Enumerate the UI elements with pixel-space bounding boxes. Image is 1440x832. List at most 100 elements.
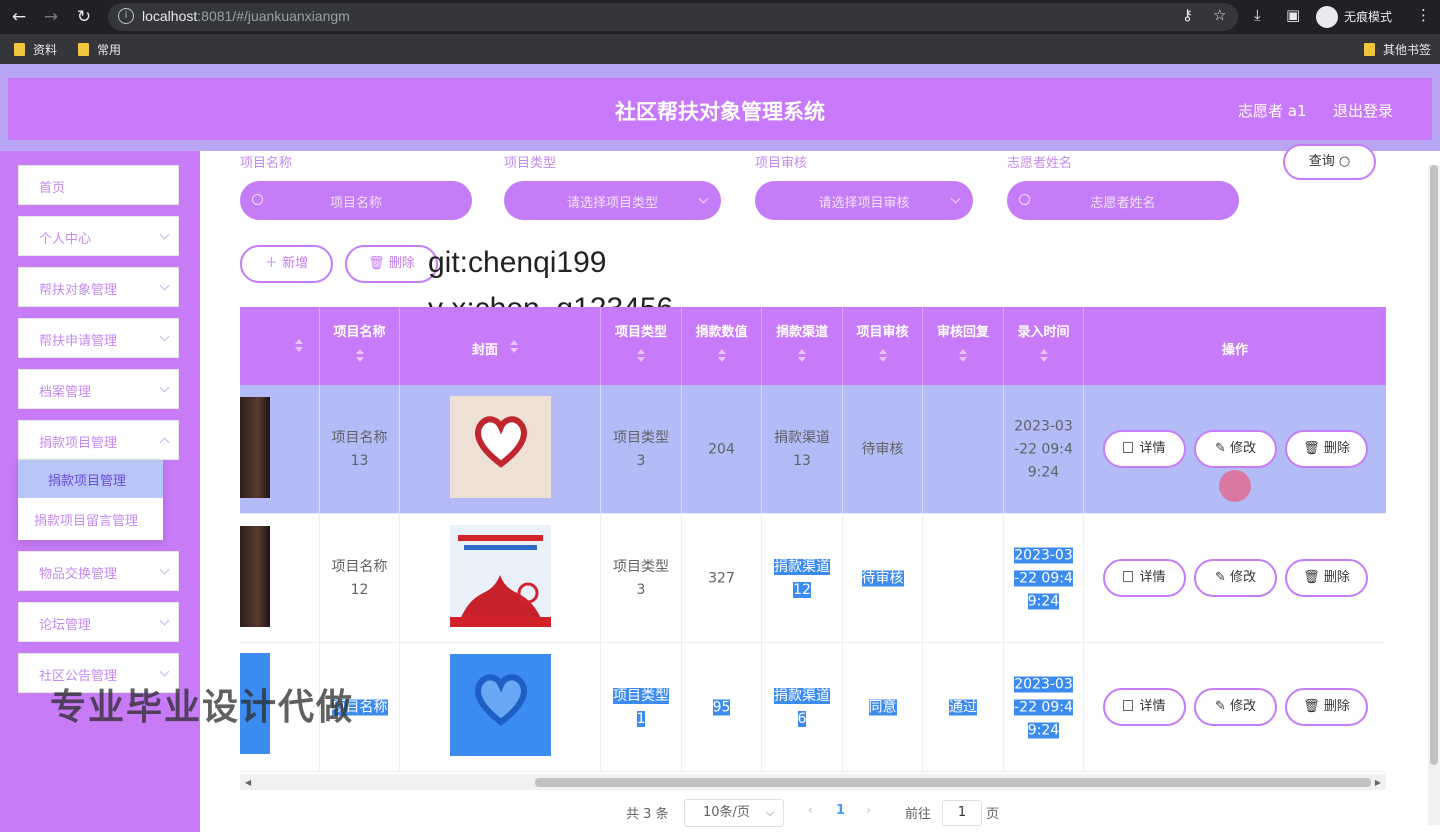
column-header-channel[interactable]: 捐款渠道: [762, 307, 843, 385]
cover-image: [450, 654, 551, 756]
key-icon[interactable]: ⚷: [1182, 6, 1193, 24]
folder-icon: [78, 43, 89, 56]
filter-type-label: 项目类型: [504, 156, 557, 171]
column-header-reply[interactable]: 审核回复: [923, 307, 1004, 385]
bookmark-folder-other[interactable]: 其他书签: [1364, 41, 1431, 58]
column-header-cover[interactable]: 封面: [400, 307, 601, 385]
goto-prefix: 前往: [905, 807, 932, 822]
actions-cell: 详情 ✎ 修改 🗑 删除: [1084, 643, 1386, 772]
heart-icon: [475, 416, 527, 468]
scroll-left-arrow-icon[interactable]: ◀: [245, 778, 251, 787]
page-number-current[interactable]: 1: [836, 803, 845, 818]
sidebar-item-goods-exchange[interactable]: 物品交换管理: [18, 551, 179, 591]
table-row[interactable]: 项目名称13 项目类型3 204 捐款渠道13 待审核 2023-03-22 0…: [240, 385, 1386, 514]
column-header-audit[interactable]: 项目审核: [843, 307, 923, 385]
delete-button[interactable]: 🗑 删除: [1285, 688, 1368, 726]
incognito-icon[interactable]: [1316, 6, 1338, 28]
batch-delete-button[interactable]: 🗑 删除: [345, 245, 438, 283]
table-horizontal-scrollbar[interactable]: ◀ ▶: [240, 774, 1386, 790]
cell-amount: 327: [708, 570, 735, 586]
cell-audit: 待审核: [861, 570, 904, 586]
app: 社区帮扶对象管理系统 志愿者 a1 退出登录 首页 个人中心 帮扶对象管理 帮扶…: [0, 64, 1440, 832]
filter-type-select[interactable]: 请选择项目类型: [504, 181, 721, 220]
detail-button[interactable]: 详情: [1103, 688, 1186, 726]
filter-volunteer-input[interactable]: 志愿者姓名: [1007, 181, 1239, 220]
chevron-down-icon: [159, 331, 170, 342]
main-content: 项目名称 项目名称 项目类型 请选择项目类型 项目审核 请选择项目审核 志愿者姓…: [200, 144, 1440, 832]
edit-button[interactable]: ✎ 修改: [1194, 430, 1277, 468]
sidepanel-icon[interactable]: ▣: [1286, 6, 1300, 24]
folder-icon: [14, 43, 25, 56]
bookmark-folder-changyong[interactable]: 常用: [78, 41, 121, 58]
column-header-type[interactable]: 项目类型: [601, 307, 682, 385]
mouse-cursor-highlight: [1219, 470, 1251, 502]
trash-icon: 🗑: [1303, 570, 1324, 585]
bookmark-folder-ziliao[interactable]: 资料: [14, 41, 57, 58]
app-header: 社区帮扶对象管理系统 志愿者 a1 退出登录: [8, 78, 1432, 140]
submenu-item-projects[interactable]: 捐款项目管理: [18, 460, 163, 498]
next-page-icon[interactable]: ›: [866, 803, 871, 818]
sidebar-item-profile[interactable]: 个人中心: [18, 216, 179, 256]
prev-page-icon[interactable]: ‹: [808, 803, 813, 818]
sidebar-item-beneficiaries[interactable]: 帮扶对象管理: [18, 267, 179, 307]
pencil-icon: ✎: [1214, 699, 1230, 714]
cell-name: 项目名称12: [331, 558, 388, 598]
cover-cell: [400, 385, 601, 514]
column-header-amount[interactable]: 捐款数值: [682, 307, 762, 385]
pencil-icon: ✎: [1214, 570, 1230, 585]
table-row[interactable]: 项目名称12 项目类型3 327 捐款渠道12 待审核 2023-03-22 0…: [240, 514, 1386, 643]
chevron-up-icon: [159, 437, 170, 448]
scrollbar-thumb[interactable]: [535, 778, 1371, 787]
actions-cell: 详情 ✎ 修改 🗑 删除: [1084, 514, 1386, 643]
download-icon[interactable]: ⤓: [1254, 6, 1261, 24]
detail-button[interactable]: 详情: [1103, 430, 1186, 468]
sidebar-item-home[interactable]: 首页: [18, 165, 179, 205]
delete-button[interactable]: 🗑 删除: [1285, 430, 1368, 468]
browser-toolbar: ← → ↻ i localhost:8081/#/juankuanxiangm …: [0, 0, 1440, 34]
menu-kebab-icon[interactable]: ⋮: [1416, 6, 1431, 24]
scrollbar-thumb[interactable]: [1430, 165, 1438, 765]
query-button[interactable]: 查询 ○: [1283, 144, 1376, 180]
edit-button[interactable]: ✎ 修改: [1194, 688, 1277, 726]
cell-type: 项目类型3: [613, 429, 669, 469]
cover-image: [450, 396, 551, 498]
goto-page-input[interactable]: 1: [942, 800, 982, 826]
address-bar[interactable]: i localhost:8081/#/juankuanxiangm: [108, 3, 1238, 31]
page-vertical-scrollbar[interactable]: [1428, 165, 1440, 825]
current-user: 志愿者 a1: [1238, 102, 1307, 120]
chevron-down-icon: [159, 382, 170, 393]
chevron-down-icon: [159, 666, 170, 677]
filter-audit-select[interactable]: 请选择项目审核: [755, 181, 973, 220]
reload-icon[interactable]: ↻: [73, 6, 95, 28]
logout-link[interactable]: 退出登录: [1333, 100, 1393, 121]
column-header-time[interactable]: 录入时间: [1004, 307, 1084, 385]
sidebar-item-donation-projects[interactable]: 捐款项目管理: [18, 420, 179, 460]
goto-suffix: 页: [986, 807, 1000, 822]
table-row[interactable]: 项目名称 项目类型1 95 捐款渠道6 同意 通过 2023-03-22 09:…: [240, 643, 1386, 772]
poster-illustration: [450, 525, 551, 627]
scroll-right-arrow-icon[interactable]: ▶: [1375, 778, 1381, 787]
back-arrow-icon[interactable]: ←: [8, 6, 30, 28]
filter-name-input[interactable]: 项目名称: [240, 181, 472, 220]
detail-button[interactable]: 详情: [1103, 559, 1186, 597]
page-size-select[interactable]: 10条/页: [684, 799, 784, 827]
column-header-photo[interactable]: [240, 307, 320, 385]
photo-cell: [240, 385, 320, 514]
document-icon: [1123, 571, 1134, 582]
document-icon: [1123, 442, 1134, 453]
cell-time: 2023-03-22 09:49:24: [1014, 418, 1073, 480]
sidebar-item-applications[interactable]: 帮扶申请管理: [18, 318, 179, 358]
edit-button[interactable]: ✎ 修改: [1194, 559, 1277, 597]
cell-audit: 同意: [868, 699, 897, 715]
add-button[interactable]: ＋ 新增: [240, 245, 333, 283]
site-info-icon[interactable]: i: [118, 8, 134, 24]
delete-button[interactable]: 🗑 删除: [1285, 559, 1368, 597]
chevron-down-icon: [159, 615, 170, 626]
sidebar-item-archives[interactable]: 档案管理: [18, 369, 179, 409]
sidebar-item-forum[interactable]: 论坛管理: [18, 602, 179, 642]
star-icon[interactable]: ☆: [1213, 6, 1226, 24]
cell-channel: 捐款渠道12: [774, 558, 830, 598]
forward-arrow-icon[interactable]: →: [40, 6, 62, 28]
trash-icon: 🗑: [1303, 699, 1324, 714]
chevron-down-icon: [159, 564, 170, 575]
